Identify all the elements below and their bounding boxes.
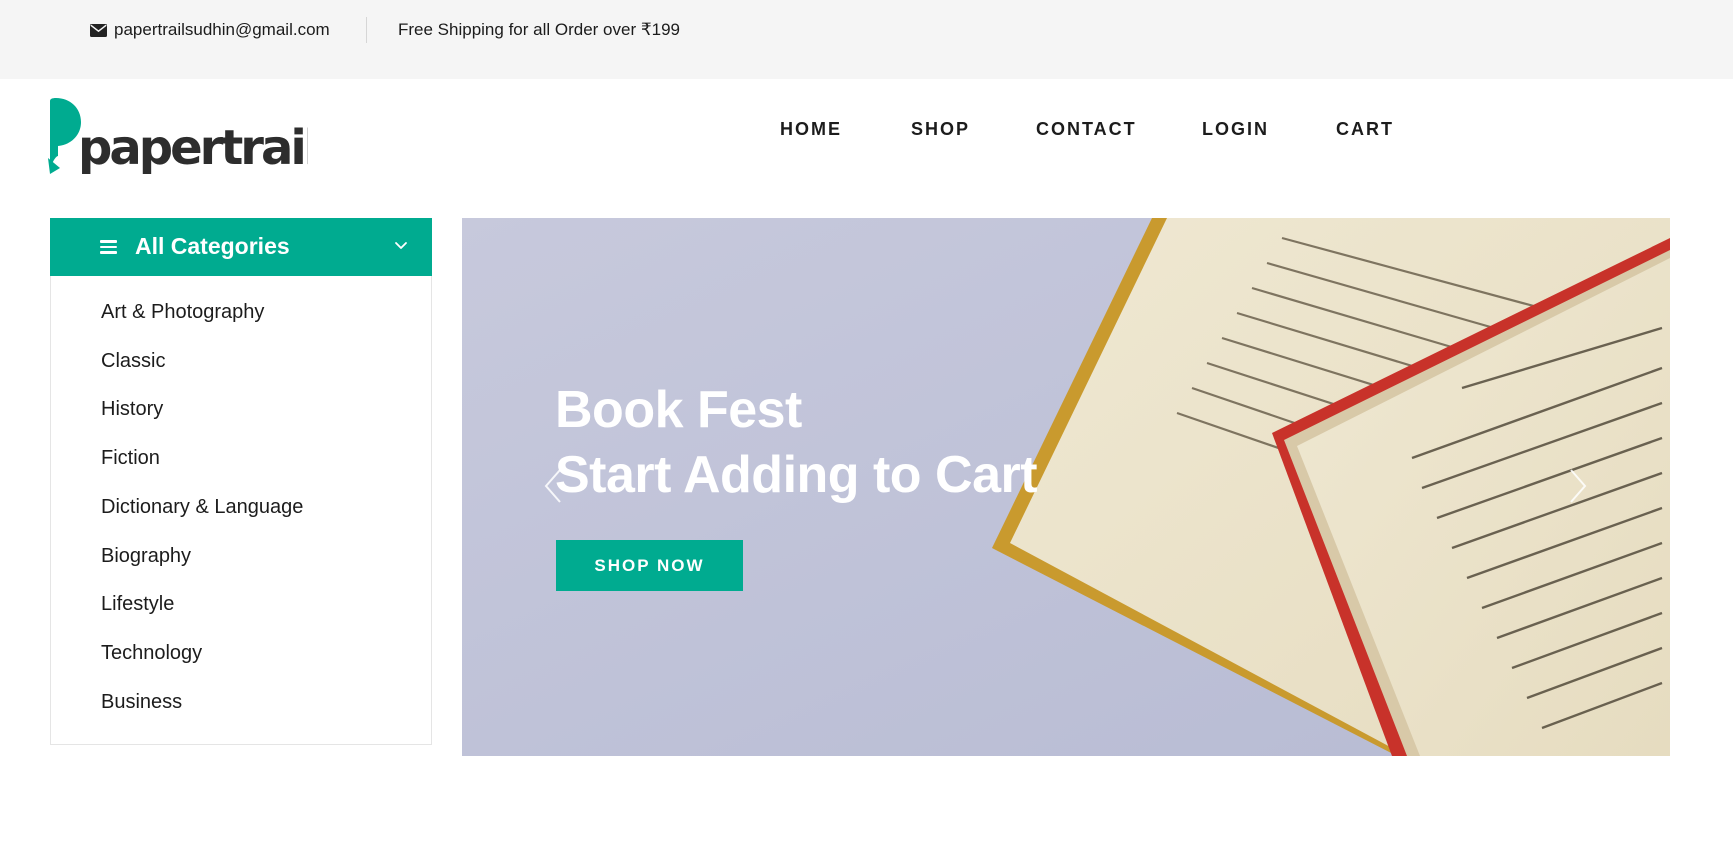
category-item-history[interactable]: History (101, 396, 163, 422)
hero-heading-line2: Start Adding to Cart (555, 446, 1038, 504)
category-item-fiction[interactable]: Fiction (101, 445, 160, 471)
nav-home[interactable]: HOME (780, 114, 842, 144)
top-bar: papertrailsudhin@gmail.com Free Shipping… (0, 0, 1733, 79)
chevron-left-icon[interactable] (542, 468, 564, 504)
contact-email[interactable]: papertrailsudhin@gmail.com (90, 18, 330, 42)
site-logo[interactable]: papertrail (48, 98, 308, 178)
all-categories-toggle[interactable]: All Categories (50, 218, 432, 276)
category-item-dictionary-language[interactable]: Dictionary & Language (101, 494, 303, 520)
category-item-lifestyle[interactable]: Lifestyle (101, 591, 174, 617)
category-item-technology[interactable]: Technology (101, 640, 202, 666)
chevron-right-icon[interactable] (1567, 468, 1589, 504)
chevron-down-icon (395, 242, 407, 249)
email-text: papertrailsudhin@gmail.com (114, 20, 330, 39)
nav-shop[interactable]: SHOP (911, 114, 970, 144)
envelope-icon (90, 23, 107, 37)
nav-login[interactable]: LOGIN (1202, 114, 1269, 144)
logo-text: papertrail (78, 120, 308, 176)
category-list: Art & Photography Classic History Fictio… (50, 276, 432, 745)
nav-cart[interactable]: CART (1336, 114, 1394, 144)
all-categories-title: All Categories (135, 233, 290, 259)
logo-graphic: papertrail (48, 98, 308, 176)
shipping-notice: Free Shipping for all Order over ₹199 (398, 20, 681, 39)
nav-contact[interactable]: CONTACT (1036, 114, 1137, 144)
category-item-classic[interactable]: Classic (101, 348, 165, 374)
hamburger-menu-icon (100, 240, 117, 254)
hero-heading-line1: Book Fest (555, 381, 802, 439)
hero-banner: Book Fest Start Adding to Cart SHOP NOW (462, 218, 1670, 756)
shop-now-button[interactable]: SHOP NOW (556, 540, 743, 591)
category-item-art-photography[interactable]: Art & Photography (101, 299, 264, 325)
category-item-biography[interactable]: Biography (101, 543, 191, 569)
category-item-business[interactable]: Business (101, 689, 182, 715)
topbar-divider (366, 17, 367, 43)
